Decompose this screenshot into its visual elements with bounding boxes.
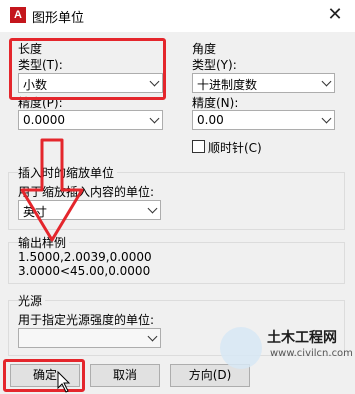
watermark-url: www.civilcn.com	[270, 348, 353, 359]
mouse-cursor-icon	[57, 370, 71, 393]
units-dialog: A 图形单位 ✕ 长度 类型(T): 小数 精度(P): 0.0000 角度 类…	[0, 0, 355, 394]
watermark-logo-icon	[220, 327, 262, 369]
watermark: 土木工程网 www.civilcn.com	[215, 324, 355, 374]
watermark-text: 土木工程网	[267, 330, 337, 346]
arrow-shape	[20, 138, 84, 242]
